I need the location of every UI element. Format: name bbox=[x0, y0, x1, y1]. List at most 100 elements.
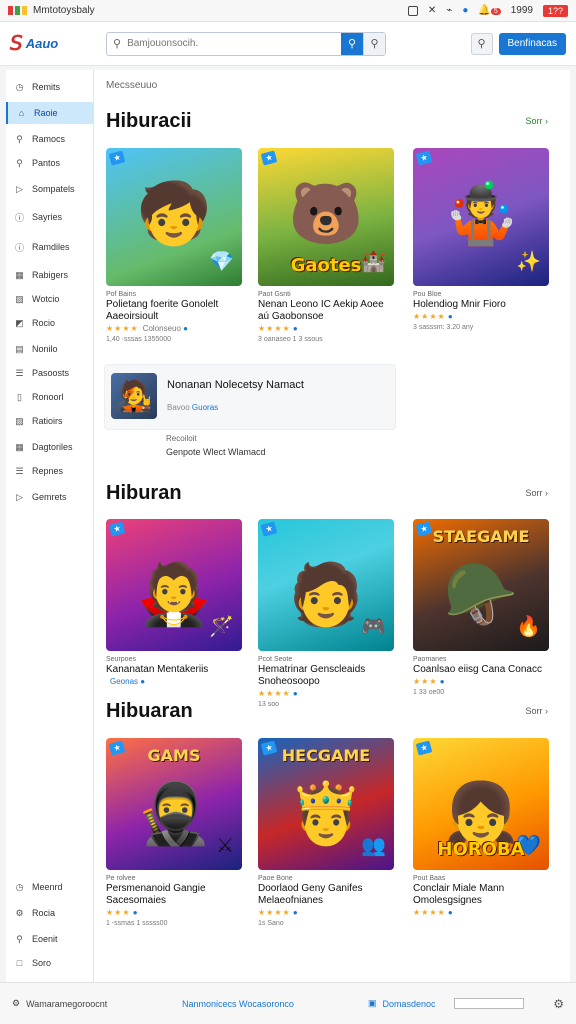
sidebar-item[interactable]: ⓘ Sayries bbox=[6, 206, 94, 228]
app-rating: ★★★★ ● bbox=[413, 312, 549, 321]
featured-note-label: Recoiloit bbox=[166, 434, 197, 443]
sidebar-item[interactable]: ◩ Rocio bbox=[6, 312, 94, 334]
chart-icon: ◩ bbox=[15, 317, 24, 328]
app-card[interactable]: ★ 🐻 🏰 Gaotes Paot Gsnti Nenan Leono IC Aekip … bbox=[258, 148, 394, 343]
search-icon: ⚲ bbox=[16, 133, 23, 144]
sidebar-item[interactable]: ▨ Ratioirs bbox=[6, 410, 94, 432]
star-rating-icon: ★★★★ bbox=[258, 908, 291, 917]
footer-input[interactable] bbox=[453, 998, 524, 1009]
sidebar-item[interactable]: ▷ Sompatels bbox=[6, 178, 94, 200]
logo-mark-icon: 𝘚 bbox=[10, 33, 23, 55]
app-thumbnail[interactable]: ★ 🐻 🏰 Gaotes bbox=[258, 148, 394, 286]
search-toggle-button[interactable]: ⚲ bbox=[470, 32, 493, 55]
sidebar-item-label: Nonilo bbox=[32, 344, 58, 354]
window-icon[interactable] bbox=[407, 5, 418, 16]
settings-icon[interactable]: ⚙ bbox=[12, 998, 20, 1009]
sidebar-bottom-item[interactable]: ⚙ Rocia bbox=[6, 902, 94, 924]
sidebar-item-label: Sayries bbox=[32, 212, 63, 222]
app-card[interactable]: ★ 🤴 👥 HECGAME Paoe Bone Doorlaod Geny Ganifes… bbox=[258, 738, 394, 927]
sidebar-item[interactable]: ▯ Ronoorl bbox=[6, 386, 94, 408]
badge-icon: ★ bbox=[415, 150, 433, 166]
app-thumbnail[interactable]: ★ 🧛 🪄 bbox=[106, 519, 242, 651]
info-icon: ⓘ bbox=[14, 212, 24, 223]
app-thumbnail[interactable]: ★ 🧒 💎 bbox=[106, 148, 242, 286]
sidebar-item[interactable]: ⓘ Ramdiles bbox=[6, 236, 94, 258]
app-rating: ★★★ ● bbox=[413, 677, 549, 686]
app-rating: ★★★★ ● bbox=[258, 689, 394, 698]
sidebar-item-label: Dagtoriles bbox=[32, 442, 73, 452]
app-rating: ★★★★ ● bbox=[258, 908, 394, 917]
bell-icon[interactable]: 🔔 5 bbox=[478, 5, 501, 16]
status-tag[interactable]: 1?? bbox=[542, 4, 568, 17]
app-header: 𝘚 Aauo ⚲ ⚲ ⚲ ⚲ Benfinacas bbox=[0, 22, 576, 66]
sidebar-item[interactable]: ▦ Dagtoriles bbox=[6, 436, 94, 458]
app-category: Pout Baas bbox=[413, 875, 446, 882]
app-thumbnail[interactable]: ★ 🥷 ⚔ GAMS bbox=[106, 738, 242, 870]
star-rating-icon: ★★★★ bbox=[258, 324, 291, 333]
search-input[interactable] bbox=[127, 38, 341, 49]
app-title[interactable]: Kananatan Mentakeriis bbox=[106, 664, 242, 676]
sidebar-item[interactable]: ☰ Repnes bbox=[6, 460, 94, 482]
see-all-link[interactable]: Sorr › bbox=[525, 116, 548, 126]
sidebar-item[interactable]: ▨ Wotcio bbox=[6, 288, 94, 310]
sidebar-item[interactable]: ◷ Remits bbox=[6, 76, 94, 98]
play-icon: ▷ bbox=[16, 183, 23, 194]
thumbnail-caption: STAEGAME bbox=[432, 527, 530, 546]
sidebar-item[interactable]: ⌂ Raoie bbox=[6, 102, 94, 124]
logo[interactable]: 𝘚 Aauo bbox=[10, 31, 106, 56]
app-thumbnail[interactable]: ★ 🧑 🎮 bbox=[258, 519, 394, 651]
character-art-icon: 🧛 bbox=[136, 561, 212, 628]
app-card[interactable]: ★ 🧑 🎮 Pcot Seote Hematrinar Genscleaids Snoh… bbox=[258, 519, 394, 708]
sidebar-item-label: Rabigers bbox=[32, 270, 69, 280]
sidebar-bottom-item[interactable]: □ Soro bbox=[6, 952, 94, 974]
sidebar-bottom-item[interactable]: ◷ Meenrd bbox=[6, 876, 94, 898]
app-card[interactable]: ★ 🧛 🪄 Seurpoes Kananatan Mentakeriis Geonas ● bbox=[106, 519, 242, 686]
app-thumbnail[interactable]: ★ 👧 💙 HOROBA bbox=[413, 738, 549, 870]
search-submit-button[interactable]: ⚲ bbox=[341, 32, 363, 55]
app-card[interactable]: ★ 🤹 ✨ Pou Bloe Holendiog Mnir Fioro ★★★★ ● 3 s… bbox=[413, 148, 549, 331]
app-card[interactable]: ★ 🧒 💎 Pof Bains Polietang foerite Gonolelt A… bbox=[106, 148, 242, 343]
app-title[interactable]: Doorlaod Geny Ganifes Melaeofnianes bbox=[258, 883, 394, 907]
sidebar-item[interactable]: ▦ Rabigers bbox=[6, 264, 94, 286]
app-title[interactable]: Coanlsao eiisg Cana Conacc bbox=[413, 664, 549, 676]
verified-icon: ● bbox=[130, 908, 138, 917]
sidebar-item[interactable]: ▤ Nonilo bbox=[6, 338, 94, 360]
voice-search-button[interactable]: ⚲ bbox=[363, 32, 385, 55]
app-stats: 1,40 ·sssas 1355000 bbox=[106, 336, 171, 343]
see-all-link[interactable]: Sorr › bbox=[525, 706, 548, 716]
app-title[interactable]: Hematrinar Genscleaids Snoheosoopo bbox=[258, 664, 394, 688]
sidebar-item[interactable]: ▷ Gemrets bbox=[6, 486, 94, 508]
sidebar-item[interactable]: ☰ Pasoosts bbox=[6, 362, 94, 384]
app-title[interactable]: Conclair Miale Mann Omolesgsignes bbox=[413, 883, 549, 907]
app-title[interactable]: Holendiog Mnir Fioro bbox=[413, 299, 549, 311]
app-card[interactable]: ★ 👧 💙 HOROBA Pout Baas Conclair Miale Mann Om… bbox=[413, 738, 549, 917]
see-all-link[interactable]: Sorr › bbox=[525, 488, 548, 498]
app-title[interactable]: Polietang foerite Gonolelt Aaeoirsioult bbox=[106, 299, 242, 323]
crossed-icon[interactable]: ✕ bbox=[428, 5, 436, 16]
sidebar-item-label: Ramdiles bbox=[32, 242, 70, 252]
prop-art-icon: ⚔ bbox=[216, 835, 234, 857]
app-card[interactable]: ★ 🪖 🔥 STAEGAME Paomanes Coanlsao eiisg Cana C… bbox=[413, 519, 549, 696]
app-title[interactable]: Persmenanoid Gangie Sacesomaies bbox=[106, 883, 242, 907]
character-art-icon: 🧑 bbox=[288, 561, 364, 628]
app-thumbnail[interactable]: ★ 🪖 🔥 STAEGAME bbox=[413, 519, 549, 651]
sidebar-item[interactable]: ⚲ Pantos bbox=[6, 152, 94, 174]
app-thumbnail[interactable]: ★ 🤴 👥 HECGAME bbox=[258, 738, 394, 870]
app-stats: 3 oanaseo 1 3 ssous bbox=[258, 336, 323, 343]
footer-link[interactable]: Nanmonicecs Wocasoronco bbox=[182, 999, 368, 1009]
gear-icon[interactable]: ⚙ bbox=[553, 997, 564, 1011]
shield-icon[interactable]: ● bbox=[462, 5, 468, 16]
app-card[interactable]: ★ 🥷 ⚔ GAMS Pe rolvee Persmenanoid Gangie Sace… bbox=[106, 738, 242, 927]
character-art-icon: 🤹 bbox=[443, 180, 519, 247]
verified-icon: ● bbox=[445, 908, 453, 917]
app-thumbnail[interactable]: ★ 🤹 ✨ bbox=[413, 148, 549, 286]
wifi-icon[interactable]: ⌁ bbox=[446, 5, 452, 16]
star-rating-icon: ★★★★ bbox=[258, 689, 291, 698]
app-title[interactable]: Nenan Leono IC Aekip Aoee aú Gaobonsoe bbox=[258, 299, 394, 323]
primary-action-button[interactable]: Benfinacas bbox=[498, 32, 566, 55]
sidebar-bottom-item[interactable]: ⚲ Eoenit bbox=[6, 928, 94, 950]
footer-left-text[interactable]: Wamaramegoroocnt bbox=[26, 999, 107, 1009]
featured-app-card[interactable]: 🧑‍🎤 Nonanan Nolecetsy Namact Bavoo Guora… bbox=[104, 364, 396, 430]
footer-right-link[interactable]: Domasdenoc bbox=[383, 999, 436, 1009]
sidebar-item[interactable]: ⚲ Ramocs bbox=[6, 128, 94, 150]
